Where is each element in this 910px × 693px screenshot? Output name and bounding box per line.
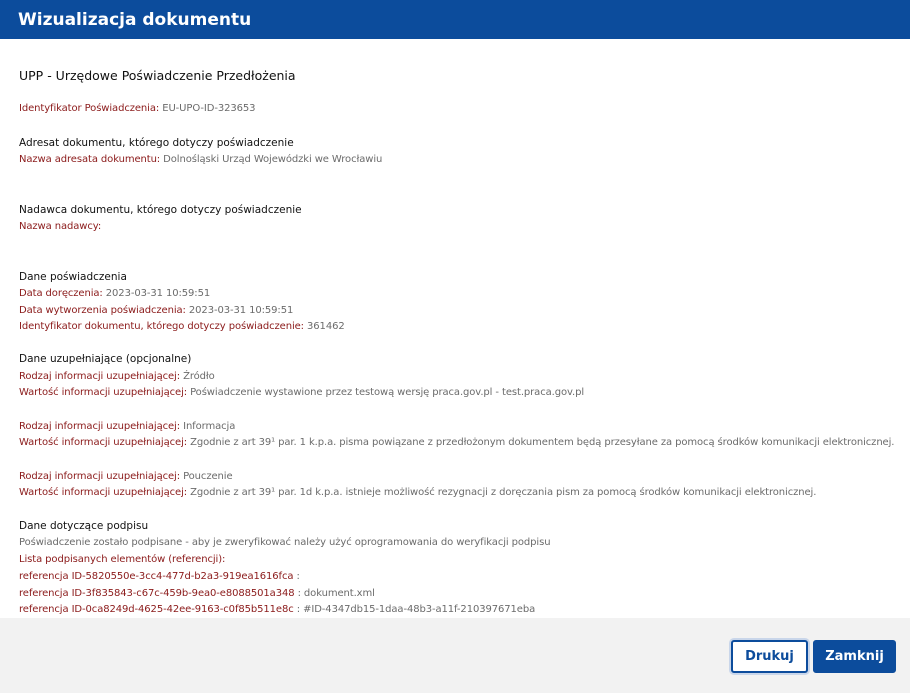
reference-target: : dokument.xml [294,588,375,599]
dialog-title: Wizualizacja dokumentu [18,9,252,30]
supplementary-type-value: Informacja [180,421,236,432]
signature-note: Poświadczenie zostało podpisane - aby je… [19,537,551,548]
reference-id: referencja ID-3f835843-c67c-459b-9ea0-e8… [19,588,295,599]
reference-target: : #ID-4347db15-1daa-48b3-a11f-210397671e… [293,604,536,615]
document-id-value: 361462 [303,321,345,332]
certificate-heading: Dane poświadczenia [19,271,127,283]
signature-heading: Dane dotyczące podpisu [19,520,149,532]
supplementary-type-row: Rodzaj informacji uzupełniającej: Źródło [19,369,215,385]
print-button[interactable]: Drukuj [731,640,808,673]
dialog-header: Wizualizacja dokumentu [0,0,910,39]
document-title: UPP - Urzędowe Poświadczenie Przedłożeni… [19,68,296,83]
dialog-footer: Drukuj Zamknij [0,618,910,693]
delivery-date-label: Data doręczenia: [19,288,103,299]
supplementary-type-label: Rodzaj informacji uzupełniającej: [19,371,181,382]
recipient-heading: Adresat dokumentu, którego dotyczy poświ… [19,137,294,149]
supplementary-type-label: Rodzaj informacji uzupełniającej: [19,421,181,432]
recipient-name-value: Dolnośląski Urząd Wojewódzki we Wrocławi… [160,154,383,165]
supplementary-value-value: Zgodnie z art 39¹ par. 1d k.p.a. istniej… [187,487,817,498]
document-id-row: Identyfikator dokumentu, którego dotyczy… [19,319,345,335]
created-date-row: Data wytworzenia poświadczenia: 2023-03-… [19,303,293,319]
reference-id: referencja ID-0ca8249d-4625-42ee-9163-c0… [19,604,294,615]
close-button[interactable]: Zamknij [813,640,896,673]
supplementary-value-label: Wartość informacji uzupełniającej: [19,387,188,398]
identifier-label: Identyfikator Poświadczenia: [19,103,160,114]
supplementary-type-value: Źródło [180,371,215,382]
supplementary-value-value: Zgodnie z art 39¹ par. 1 k.p.a. pisma po… [187,437,895,448]
reference-item: referencja ID-5820550e-3cc4-477d-b2a3-91… [19,569,300,585]
supplementary-value-value: Poświadczenie wystawione przez testową w… [187,387,585,398]
reference-id: referencja ID-5820550e-3cc4-477d-b2a3-91… [19,571,294,582]
recipient-row: Nazwa adresata dokumentu: Dolnośląski Ur… [19,152,382,168]
identifier-value: EU-UPO-ID-323653 [159,103,256,114]
created-date-value: 2023-03-31 10:59:51 [185,305,294,316]
supplementary-type-value: Pouczenie [180,471,233,482]
supplementary-type-label: Rodzaj informacji uzupełniającej: [19,471,181,482]
sender-heading: Nadawca dokumentu, którego dotyczy poświ… [19,204,302,216]
reference-list-label: Lista podpisanych elementów (referencji)… [19,554,226,565]
supplementary-value-label: Wartość informacji uzupełniającej: [19,487,188,498]
recipient-name-label: Nazwa adresata dokumentu: [19,154,161,165]
supplementary-type-row: Rodzaj informacji uzupełniającej: Poucze… [19,469,233,485]
sender-name-label: Nazwa nadawcy: [19,221,102,232]
reference-target: : [293,571,300,582]
reference-item: referencja ID-0ca8249d-4625-42ee-9163-c0… [19,602,535,618]
document-id-label: Identyfikator dokumentu, którego dotyczy… [19,321,304,332]
sender-row: Nazwa nadawcy: [19,219,101,235]
supplementary-heading: Dane uzupełniające (opcjonalne) [19,353,192,365]
supplementary-type-row: Rodzaj informacji uzupełniającej: Inform… [19,419,235,435]
supplementary-value-row: Wartość informacji uzupełniającej: Poświ… [19,385,584,401]
supplementary-value-row: Wartość informacji uzupełniającej: Zgodn… [19,435,894,451]
identifier-row: Identyfikator Poświadczenia: EU-UPO-ID-3… [19,101,256,117]
delivery-date-row: Data doręczenia: 2023-03-31 10:59:51 [19,286,210,302]
delivery-date-value: 2023-03-31 10:59:51 [102,288,211,299]
document-viewer[interactable]: UPP - Urzędowe Poświadczenie Przedłożeni… [0,39,910,618]
supplementary-value-label: Wartość informacji uzupełniającej: [19,437,188,448]
reference-item: referencja ID-3f835843-c67c-459b-9ea0-e8… [19,586,375,602]
created-date-label: Data wytworzenia poświadczenia: [19,305,186,316]
supplementary-value-row: Wartość informacji uzupełniającej: Zgodn… [19,485,816,501]
